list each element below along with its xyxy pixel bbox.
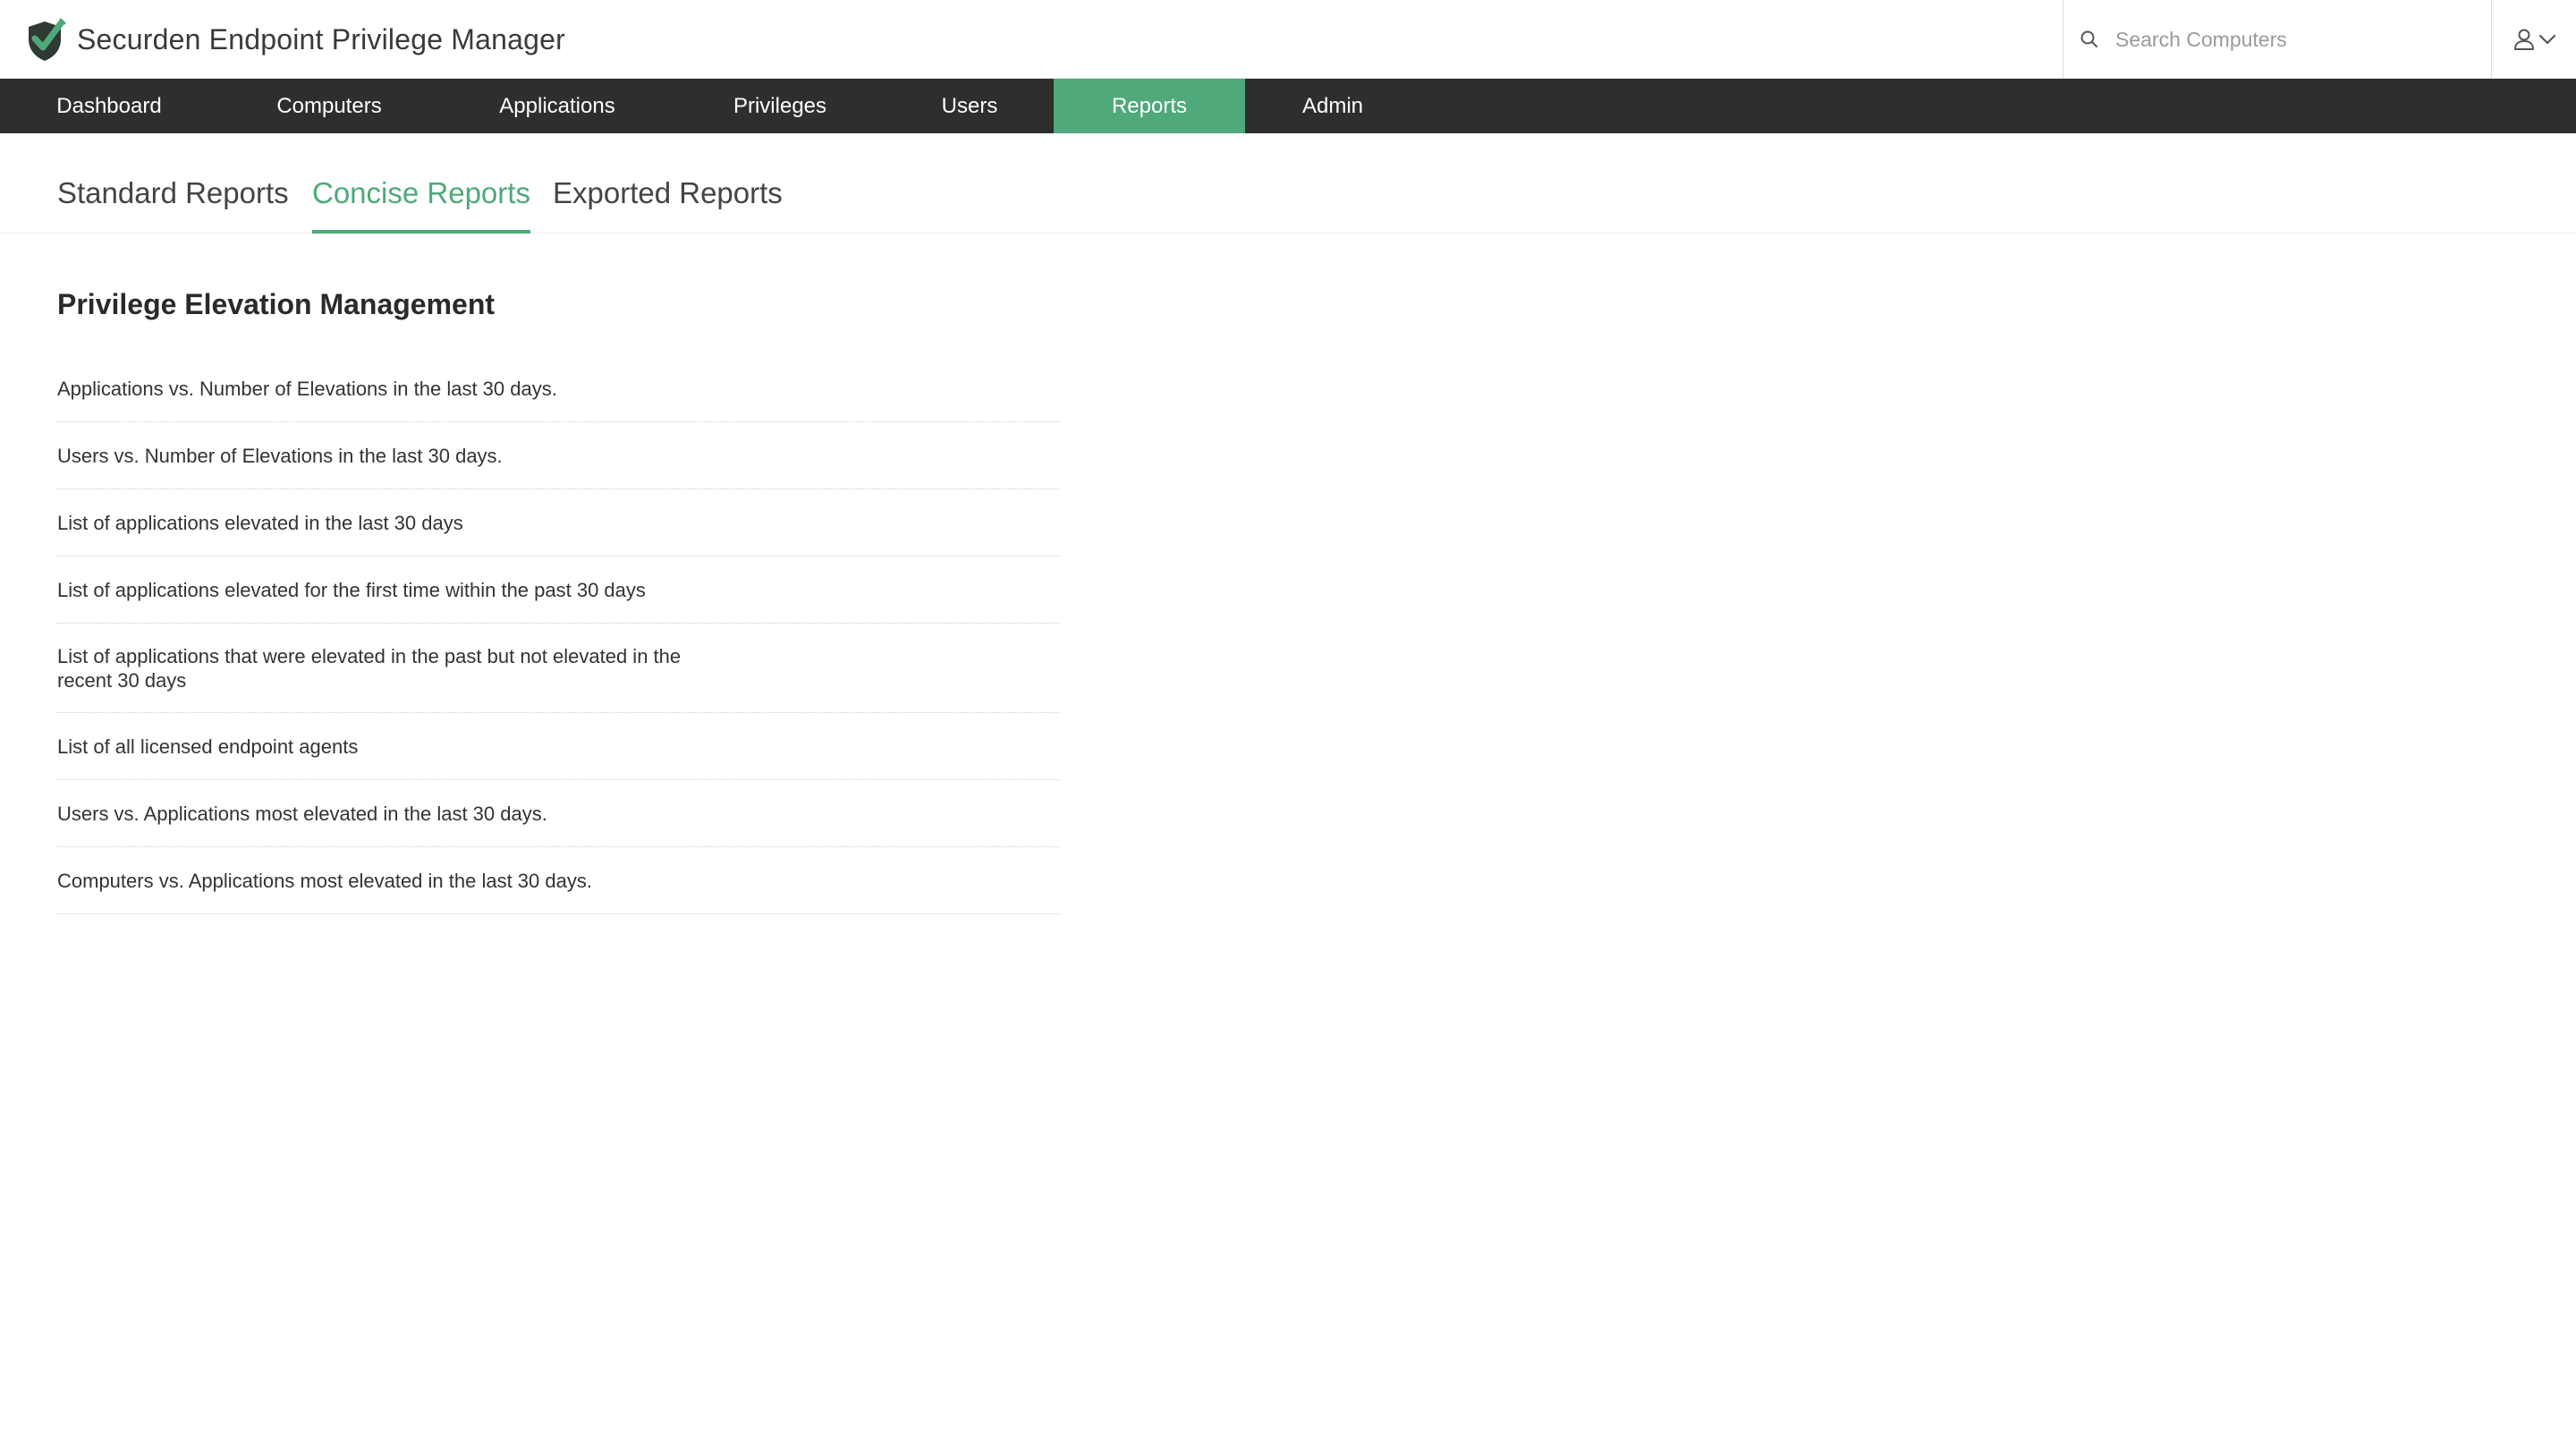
tab-concise-reports[interactable]: Concise Reports (312, 176, 530, 234)
section-title: Privilege Elevation Management (57, 288, 496, 320)
report-link[interactable]: List of applications that were elevated … (57, 624, 1059, 713)
report-link[interactable]: List of applications elevated in the las… (57, 489, 1059, 557)
brand[interactable]: Securden Endpoint Privilege Manager (25, 13, 565, 66)
search-icon[interactable] (2080, 30, 2099, 49)
chevron-down-icon (2538, 34, 2556, 45)
nav-computers[interactable]: Computers (218, 79, 440, 133)
nav-privileges[interactable]: Privileges (674, 79, 886, 133)
nav-dashboard[interactable]: Dashboard (0, 79, 218, 133)
report-link[interactable]: List of all licensed endpoint agents (57, 713, 1059, 780)
nav-reports[interactable]: Reports (1054, 79, 1245, 133)
report-tabs: Standard Reports Concise Reports Exporte… (0, 133, 2576, 234)
report-list: Applications vs. Number of Elevations in… (57, 356, 1059, 914)
nav-users[interactable]: Users (886, 79, 1054, 133)
search-box (2063, 0, 2492, 79)
search-input[interactable] (2115, 21, 2473, 57)
report-link[interactable]: Users vs. Number of Elevations in the la… (57, 422, 1059, 489)
report-link[interactable]: Applications vs. Number of Elevations in… (57, 356, 1059, 422)
main-nav: Dashboard Computers Applications Privile… (0, 79, 2576, 133)
tab-exported-reports[interactable]: Exported Reports (553, 176, 783, 234)
tab-standard-reports[interactable]: Standard Reports (57, 176, 289, 234)
user-icon (2514, 29, 2534, 50)
app-title: Securden Endpoint Privilege Manager (77, 22, 565, 55)
report-link[interactable]: Users vs. Applications most elevated in … (57, 780, 1059, 847)
report-link[interactable]: Computers vs. Applications most elevated… (57, 847, 1059, 914)
nav-admin[interactable]: Admin (1245, 79, 1420, 133)
report-link[interactable]: List of applications elevated for the fi… (57, 557, 1059, 624)
user-menu-button[interactable] (2494, 0, 2576, 79)
nav-applications[interactable]: Applications (440, 79, 674, 133)
shield-check-logo-icon (29, 18, 66, 61)
app-header: Securden Endpoint Privilege Manager (0, 0, 2576, 79)
